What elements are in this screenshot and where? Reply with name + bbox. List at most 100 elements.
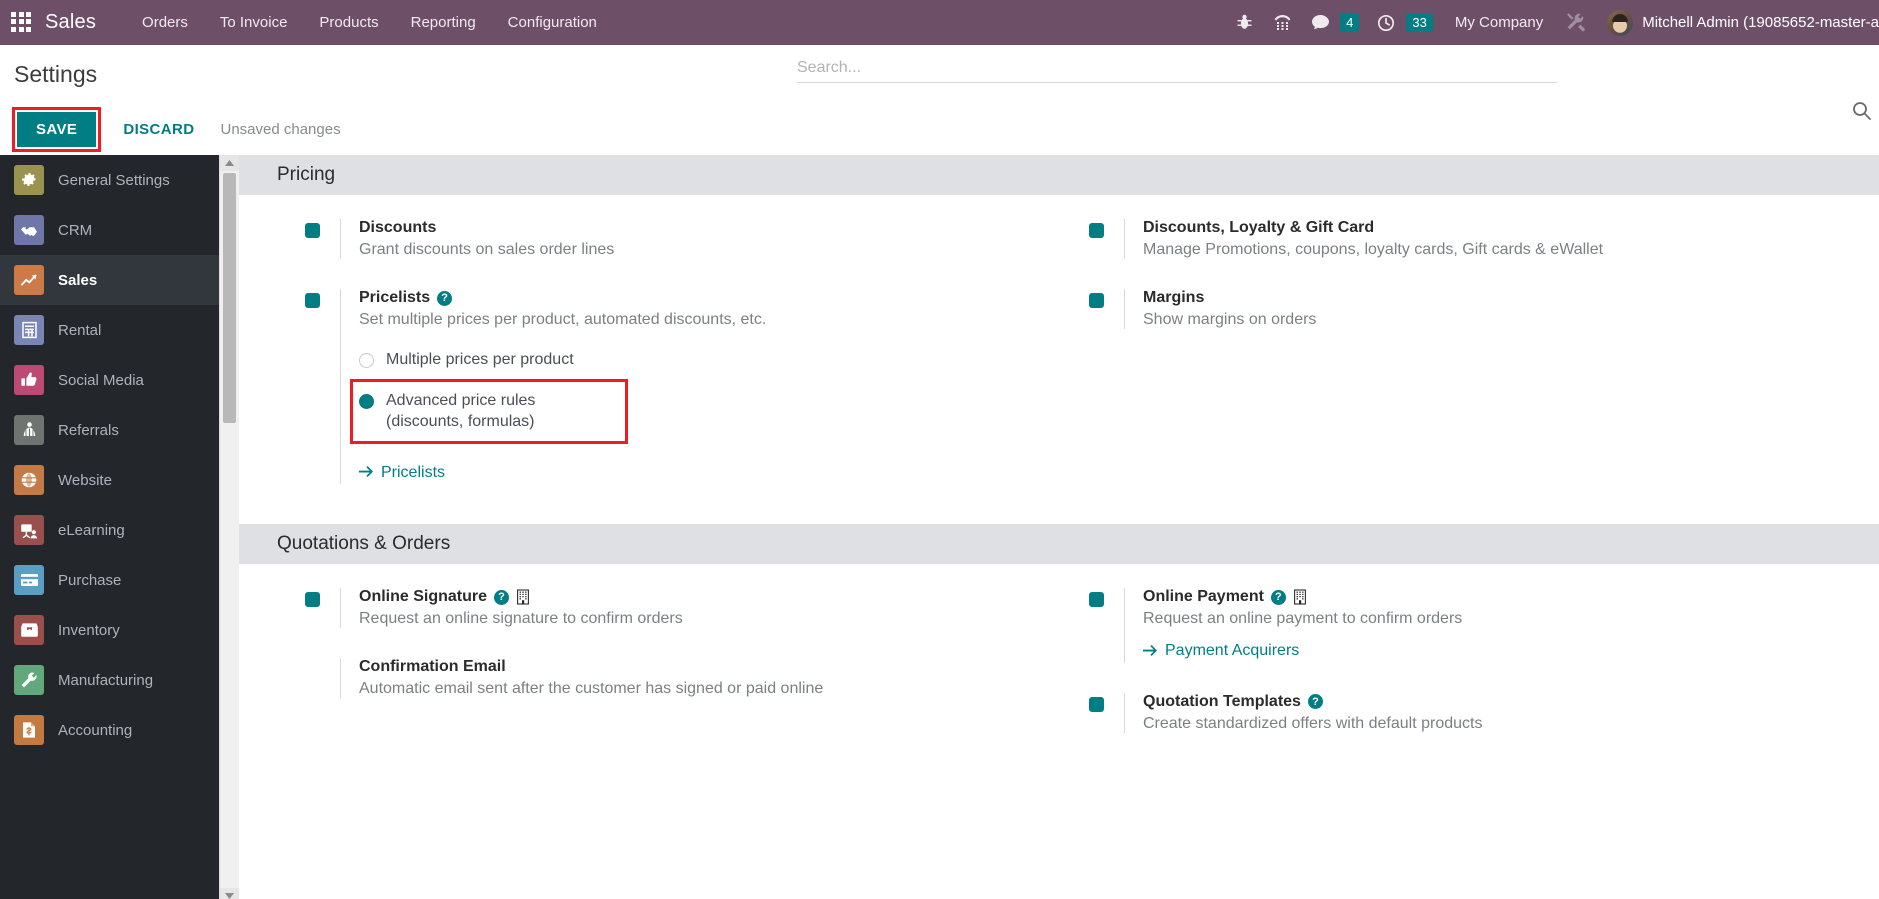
nav-menu-configuration[interactable]: Configuration (492, 0, 613, 45)
globe-icon (14, 465, 44, 495)
sidebar-item-sales[interactable]: Sales (0, 255, 219, 305)
search-bar[interactable] (797, 59, 1557, 83)
help-icon[interactable]: ? (1270, 589, 1286, 605)
help-icon[interactable]: ? (1307, 694, 1323, 710)
radio-multiple-prices-per-product[interactable]: Multiple prices per product (359, 347, 766, 373)
user-menu[interactable]: Mitchell Admin (19085652-master-a (1642, 14, 1879, 31)
nav-menu-to-invoice[interactable]: To Invoice (204, 0, 304, 45)
bug-icon[interactable] (1225, 0, 1263, 45)
sidebar-item-label: Manufacturing (58, 671, 154, 689)
pricelists-checkbox[interactable] (305, 293, 320, 308)
save-discard-bar: SAVE DISCARD Unsaved changes (0, 103, 1879, 155)
confirmation-email-checkbox-placeholder (305, 662, 320, 677)
chat-bubble-icon[interactable] (1301, 0, 1339, 45)
discounts-checkbox[interactable] (305, 223, 320, 238)
radio-button-unselected[interactable] (359, 353, 374, 368)
tools-icon[interactable] (1557, 0, 1595, 45)
settings-content: Pricing Discounts Grant discounts on sal… (239, 155, 1879, 899)
setting-margins: Margins Show margins on orders (1089, 289, 1879, 329)
save-button-highlight: SAVE (12, 106, 102, 152)
help-icon[interactable]: ? (437, 290, 453, 306)
margins-checkbox[interactable] (1089, 293, 1104, 308)
setting-confirmation-email: Confirmation Email Automatic email sent … (305, 658, 1059, 699)
online-signature-title-text: Online Signature (359, 588, 488, 606)
messages-count-badge: 4 (1340, 13, 1360, 32)
sidebar-item-purchase[interactable]: Purchase (0, 555, 219, 605)
scroll-up-arrow[interactable] (220, 155, 239, 171)
sidebar-item-label: Website (58, 471, 112, 489)
arrow-right-icon (1143, 644, 1157, 656)
online-payment-description: Request an online payment to confirm ord… (1143, 610, 1463, 628)
sidebar-item-website[interactable]: Website (0, 455, 219, 505)
pricelists-title-text: Pricelists (359, 289, 431, 306)
app-brand-sales[interactable]: Sales (45, 11, 96, 34)
sidebar-item-elearning[interactable]: eLearning (0, 505, 219, 555)
sidebar-item-rental[interactable]: Rental (0, 305, 219, 355)
sidebar-item-label: Accounting (58, 721, 133, 739)
box-icon (14, 615, 44, 645)
activities-count-badge: 33 (1406, 13, 1433, 32)
quotation-templates-checkbox[interactable] (1089, 696, 1104, 712)
sidebar-item-label: Inventory (58, 621, 120, 639)
sidebar-item-crm[interactable]: CRM (0, 205, 219, 255)
pricelists-link-label: Pricelists (381, 463, 446, 481)
sidebar-item-label: Social Media (58, 371, 144, 389)
sidebar-item-general-settings[interactable]: General Settings (0, 155, 219, 205)
save-button[interactable]: SAVE (17, 111, 97, 147)
sidebar-item-label: CRM (58, 221, 93, 239)
avatar[interactable] (1607, 9, 1634, 36)
search-icon[interactable] (1852, 101, 1871, 125)
online-signature-title: Online Signature ? (359, 588, 683, 606)
sidebar-item-social-media[interactable]: Social Media (0, 355, 219, 405)
search-input[interactable] (797, 59, 1557, 77)
quotations-left-column: Online Signature ? Request an online sig (239, 588, 1059, 763)
pricelists-title: Pricelists ? (359, 289, 766, 307)
sidebar-item-manufacturing[interactable]: Manufacturing (0, 655, 219, 705)
radio-button-selected[interactable] (359, 393, 374, 409)
company-switcher[interactable]: My Company (1441, 14, 1557, 31)
unsaved-changes-status: Unsaved changes (220, 120, 341, 138)
section-title-quotations-orders: Quotations & Orders (239, 524, 1879, 565)
radio-advanced-price-rules[interactable]: Advanced price rules (discounts, formula… (359, 388, 535, 435)
navbar-systray: 4 33 My Company Mitchell Admin (19085652… (1225, 0, 1879, 45)
sidebar-item-referrals[interactable]: Referrals (0, 405, 219, 455)
discounts-description: Grant discounts on sales order lines (359, 241, 615, 258)
company-scope-icon[interactable] (516, 589, 530, 605)
online-payment-checkbox[interactable] (1089, 592, 1104, 608)
online-signature-checkbox[interactable] (305, 592, 320, 608)
sidebar-item-label: Sales (58, 271, 98, 289)
sidebar-item-accounting[interactable]: Accounting (0, 705, 219, 755)
wrench-icon (14, 665, 44, 695)
activities-counter[interactable]: 33 (1367, 0, 1433, 45)
apps-grid-icon[interactable] (11, 11, 33, 34)
invoice-dollar-icon (14, 715, 44, 745)
dialpad-icon[interactable] (1263, 0, 1301, 45)
scroll-down-arrow[interactable] (220, 888, 239, 899)
quotation-templates-description: Create standardized offers with default … (1143, 714, 1483, 732)
credit-card-icon (14, 565, 44, 595)
quotation-templates-title-text: Quotation Templates (1143, 692, 1301, 710)
radio-label: Advanced price rules (discounts, formula… (386, 391, 536, 431)
document-grid-icon (14, 315, 44, 345)
advanced-price-rules-highlight: Advanced price rules (discounts, formula… (350, 378, 629, 444)
messages-counter[interactable]: 4 (1301, 0, 1360, 45)
clock-icon[interactable] (1367, 0, 1405, 45)
page-title: Settings (14, 60, 98, 87)
nav-menu-products[interactable]: Products (303, 0, 394, 45)
scrollbar-thumb[interactable] (223, 173, 236, 423)
sidebar-item-inventory[interactable]: Inventory (0, 605, 219, 655)
discounts-title: Discounts (359, 219, 437, 236)
pricelists-internal-link[interactable]: Pricelists (359, 464, 445, 482)
pricing-left-column: Discounts Grant discounts on sales order… (239, 219, 1059, 514)
loyalty-checkbox[interactable] (1089, 223, 1104, 238)
nav-menu-orders[interactable]: Orders (126, 0, 204, 45)
discard-button[interactable]: DISCARD (109, 112, 208, 147)
help-icon[interactable]: ? (494, 589, 510, 605)
person-gift-icon (14, 415, 44, 445)
payment-acquirers-internal-link[interactable]: Payment Acquirers (1143, 642, 1299, 660)
setting-discounts: Discounts Grant discounts on sales order… (305, 219, 1059, 259)
settings-scrollbar[interactable] (219, 155, 239, 899)
company-scope-icon[interactable] (1293, 589, 1307, 605)
nav-menu-reporting[interactable]: Reporting (395, 0, 492, 45)
arrow-right-icon (359, 466, 373, 478)
